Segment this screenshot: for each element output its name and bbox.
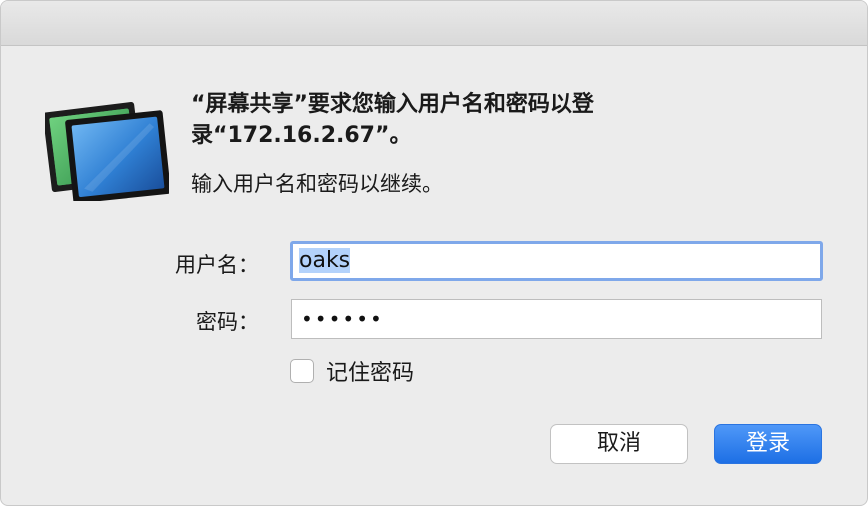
screen-sharing-login-dialog: “屏幕共享”要求您输入用户名和密码以登录“172.16.2.67”。 输入用户名…	[0, 0, 868, 506]
dialog-subtext: 输入用户名和密码以继续。	[191, 172, 443, 196]
remember-password-option[interactable]: 记住密码	[290, 355, 414, 387]
title-bar[interactable]	[1, 1, 867, 46]
remember-password-checkbox[interactable]	[290, 359, 314, 383]
password-field[interactable]: ••••••	[291, 299, 822, 339]
username-label: 用户名：	[175, 253, 259, 277]
remember-password-label[interactable]: 记住密码	[326, 355, 414, 387]
username-field[interactable]: oaks	[290, 241, 823, 281]
username-value: oaks	[299, 248, 351, 273]
login-button[interactable]: 登录	[714, 424, 822, 464]
dialog-headline: “屏幕共享”要求您输入用户名和密码以登录“172.16.2.67”。	[191, 92, 594, 148]
password-label: 密码：	[196, 310, 259, 334]
cancel-button[interactable]: 取消	[550, 424, 688, 464]
screen-sharing-icon	[45, 102, 169, 201]
